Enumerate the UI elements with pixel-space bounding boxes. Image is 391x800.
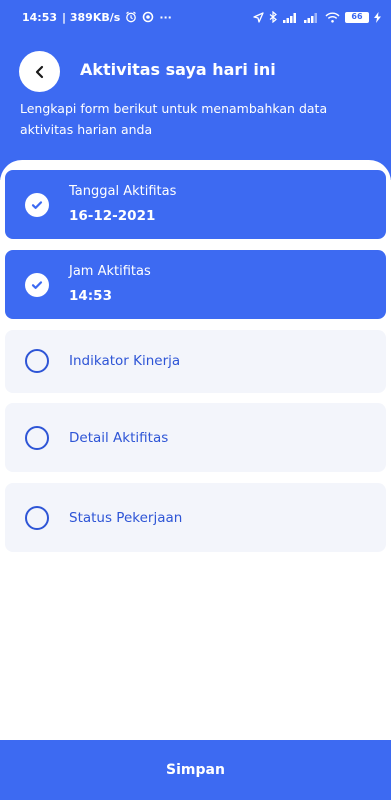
page-title: Aktivitas saya hari ini <box>80 60 276 79</box>
step-value: 16-12-2021 <box>69 208 156 224</box>
screen: 14:53 | 389KB/s ··· 66 Aktivitas saya ha… <box>0 0 391 800</box>
step-tanggal-aktifitas[interactable]: Tanggal Aktifitas 16-12-2021 <box>5 170 386 239</box>
empty-circle-icon <box>25 506 49 530</box>
sync-icon <box>142 11 154 23</box>
step-label: Status Pekerjaan <box>69 510 183 526</box>
status-net-speed: | 389KB/s <box>62 10 121 24</box>
signal-icon-2 <box>304 12 320 23</box>
step-label: Tanggal Aktifitas <box>69 184 177 199</box>
wifi-icon <box>325 12 340 23</box>
step-label: Detail Aktifitas <box>69 430 169 446</box>
status-bar: 14:53 | 389KB/s ··· 66 <box>0 0 391 34</box>
alarm-icon <box>125 11 137 23</box>
location-icon <box>253 11 264 23</box>
status-more: ··· <box>159 10 172 24</box>
battery-icon: 66 <box>345 11 369 23</box>
check-circle-icon <box>25 273 49 297</box>
back-button[interactable] <box>19 51 60 92</box>
charging-icon <box>374 11 381 23</box>
step-label: Indikator Kinerja <box>69 353 181 369</box>
step-indikator-kinerja[interactable]: Indikator Kinerja <box>5 330 386 393</box>
step-detail-aktifitas[interactable]: Detail Aktifitas <box>5 403 386 472</box>
signal-icon <box>283 12 299 23</box>
step-value: 14:53 <box>69 288 112 304</box>
step-jam-aktifitas[interactable]: Jam Aktifitas 14:53 <box>5 250 386 319</box>
save-label: Simpan <box>166 762 225 778</box>
check-circle-icon <box>25 193 49 217</box>
empty-circle-icon <box>25 426 49 450</box>
chevron-left-icon <box>33 65 47 79</box>
page-subtitle: Lengkapi form berikut untuk menambahkan … <box>20 101 328 137</box>
bluetooth-icon <box>269 11 278 23</box>
step-label: Jam Aktifitas <box>69 264 151 279</box>
empty-circle-icon <box>25 349 49 373</box>
step-status-pekerjaan[interactable]: Status Pekerjaan <box>5 483 386 552</box>
save-button[interactable]: Simpan <box>0 740 391 800</box>
status-time: 14:53 <box>22 10 58 24</box>
